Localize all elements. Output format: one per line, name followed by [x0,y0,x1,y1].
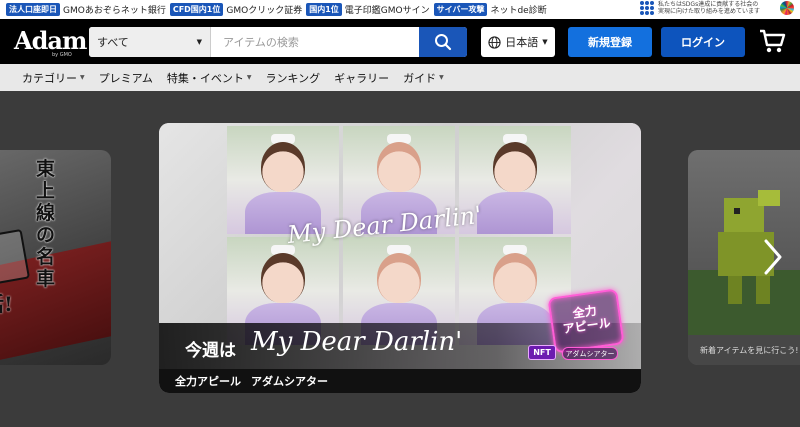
promo-text: GMOあおぞらネット銀行 [63,6,166,16]
chevron-down-icon: ▼ [542,38,548,46]
chevron-down-icon: ▼ [196,38,202,46]
nav-item-guide[interactable]: ガイド ▼ [403,70,444,86]
globe-icon [488,35,501,49]
search-category-select[interactable]: すべて ▼ [89,27,211,57]
carousel-next-button[interactable] [754,233,792,281]
chevron-right-icon [764,239,782,275]
language-select[interactable]: 日本語 ▼ [481,27,555,57]
banner-image: My Dear Darlin' 今週は My Dear Darlin' 全力 ア… [159,123,641,369]
search-bar: すべて ▼ [89,27,467,57]
nft-badge: NFT [528,345,556,360]
slide-vertical-text: 東上線の名車 [36,158,56,290]
cart-button[interactable] [758,27,786,55]
gmo-dots-icon [640,1,654,15]
sdgs-banner[interactable]: 私たちはSDGs達成に貢献する社会の 実現に向けた取り組みを進めています [640,1,794,15]
search-input[interactable] [211,27,419,57]
slide-footer-left: 全力アピール [175,375,241,388]
search-category-value: すべて [97,36,129,49]
promo-tag: 法人口座即日 [6,3,60,16]
nav-item-premium[interactable]: プレミアム [99,70,153,86]
chevron-down-icon: ▼ [246,74,252,81]
nav-item-category[interactable]: カテゴリー ▼ [22,70,85,86]
promo-text: ネットde診断 [490,6,547,16]
hero-carousel: 東上線の名車 活! My Dear Darlin' 今 [0,91,800,427]
logo-sub: by GMO [52,52,72,58]
neon-sub-label: アダムシアター [562,347,618,360]
chevron-down-icon: ▼ [439,74,444,81]
promo-bar: 法人口座即日 GMOあおぞらネット銀行 CFD国内1位 GMOクリック証券 国内… [0,0,800,19]
category-nav: カテゴリー ▼ プレミアム 特集・イベント ▼ ランキング ギャラリー ガイド … [0,64,800,91]
nav-item-gallery[interactable]: ギャラリー [334,70,389,86]
carousel-slide-current[interactable]: My Dear Darlin' 今週は My Dear Darlin' 全力 ア… [159,123,641,393]
register-button[interactable]: 新規登録 [568,27,652,57]
promo-text: GMOクリック証券 [226,6,303,16]
cart-icon [760,29,786,53]
decorative-sticker [0,228,31,286]
login-button[interactable]: ログイン [661,27,745,57]
nav-item-features[interactable]: 特集・イベント ▼ [167,70,252,86]
sdgs-text: 私たちはSDGs達成に貢献する社会の 実現に向けた取り組みを進めています [658,1,761,15]
caption-name: My Dear Darlin' [251,327,463,357]
search-icon [435,34,452,51]
promo-tag: CFD国内1位 [169,3,224,16]
slide-footer: 全力アピール アダムシアター [159,369,641,393]
language-value: 日本語 [505,36,539,49]
slide-caption: 新着アイテムを見に行こう! [688,335,800,365]
promo-link-bank[interactable]: 法人口座即日 GMOあおぞらネット銀行 [6,3,166,16]
neon-badge: 全力 アピール [547,288,625,354]
promo-tag: 国内1位 [306,3,342,16]
chevron-down-icon: ▼ [80,74,85,81]
sdgs-wheel-icon [780,1,794,15]
promo-link-security-check[interactable]: サイバー攻撃 ネットde診断 [433,3,547,16]
promo-link-securities[interactable]: CFD国内1位 GMOクリック証券 [169,3,303,16]
promo-tag: サイバー攻撃 [433,3,488,16]
promo-link-sign[interactable]: 国内1位 電子印鑑GMOサイン [306,3,430,16]
carousel-slide-prev[interactable]: 東上線の名車 活! [0,150,111,365]
promo-text: 電子印鑑GMOサイン [344,6,430,16]
caption-prefix: 今週は [185,341,236,361]
adam-logo[interactable]: Adam [14,26,87,55]
nav-item-ranking[interactable]: ランキング [265,70,320,86]
slide-bottom-text: 活! [0,292,13,316]
search-button[interactable] [419,27,467,57]
slide-footer-right: アダムシアター [251,375,328,388]
site-header: Adam by GMO すべて ▼ 日本語 ▼ 新規登録 ログイン [0,19,800,64]
